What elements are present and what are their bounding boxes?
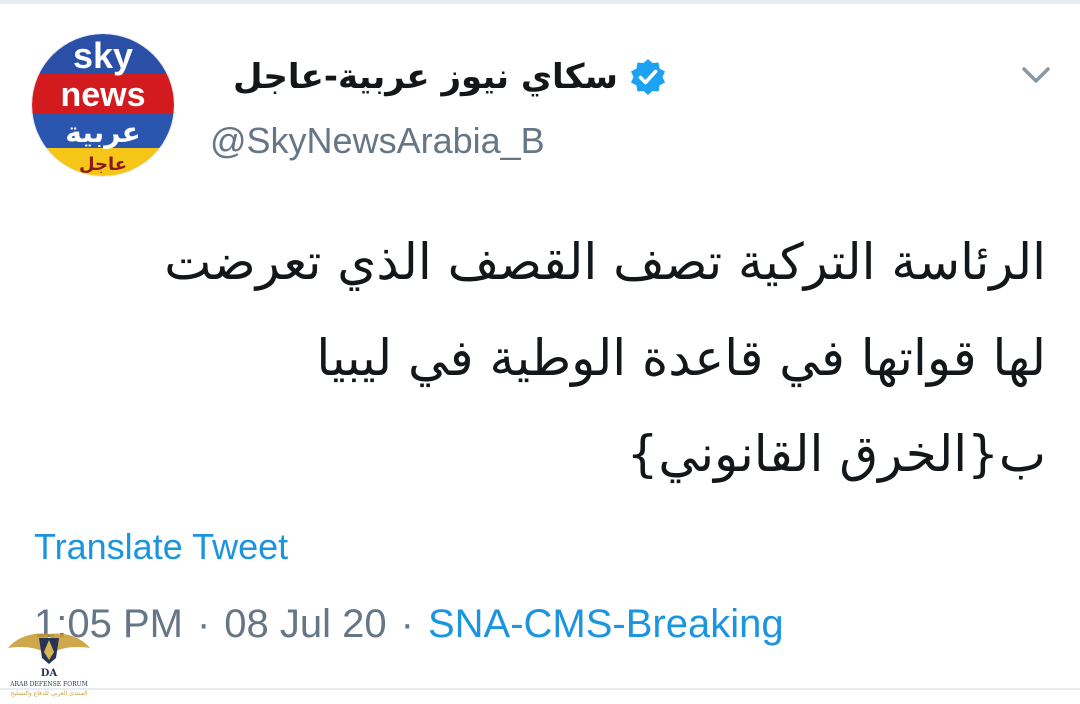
translate-tweet-link[interactable]: Translate Tweet — [34, 526, 288, 568]
tweet-text-line: الرئاسة التركية تصف القصف الذي تعرضت — [164, 233, 1046, 291]
watermark-monogram: DA — [41, 668, 58, 679]
avatar-text-arabia: عربية — [65, 116, 140, 149]
user-handle[interactable]: @SkyNewsArabia_B — [210, 120, 545, 162]
avatar[interactable]: sky news عربية عاجل — [32, 34, 174, 176]
avatar-text-news: news — [60, 76, 145, 114]
sky-news-arabia-logo: sky news عربية عاجل — [32, 34, 174, 176]
display-name[interactable]: سكاي نيوز عربية-عاجل — [233, 57, 618, 97]
meta-separator: · — [400, 602, 414, 646]
verified-badge-icon — [628, 57, 668, 97]
watermark-tagline: المنتدى العربي للدفاع والتسليح — [11, 690, 88, 697]
top-divider — [0, 0, 1080, 4]
arab-defense-forum-watermark: DA ARAB DEFENSE FORUM المنتدى العربي للد… — [4, 614, 94, 700]
bottom-divider — [0, 688, 1080, 690]
tweet-text-line: لها قواتها في قاعدة الوطية في ليبيا — [316, 329, 1046, 387]
watermark-name: ARAB DEFENSE FORUM — [9, 681, 88, 688]
name-row: سكاي نيوز عربية-عاجل — [233, 52, 668, 102]
meta-separator: · — [196, 602, 211, 646]
tweet-text: الرئاسة التركية تصف القصف الذي تعرضت لها… — [40, 214, 1046, 502]
chevron-down-icon[interactable] — [1016, 60, 1056, 90]
avatar-text-breaking: عاجل — [79, 154, 127, 175]
tweet-meta: 1:05 PM · 08 Jul 20 · SNA-CMS-Breaking — [34, 602, 784, 647]
avatar-text-sky: sky — [73, 35, 133, 76]
tweet-date[interactable]: 08 Jul 20 — [224, 602, 386, 647]
tweet-text-line: ب{الخرق القانوني} — [626, 425, 1046, 483]
tweet-source-link[interactable]: SNA-CMS-Breaking — [428, 602, 784, 647]
